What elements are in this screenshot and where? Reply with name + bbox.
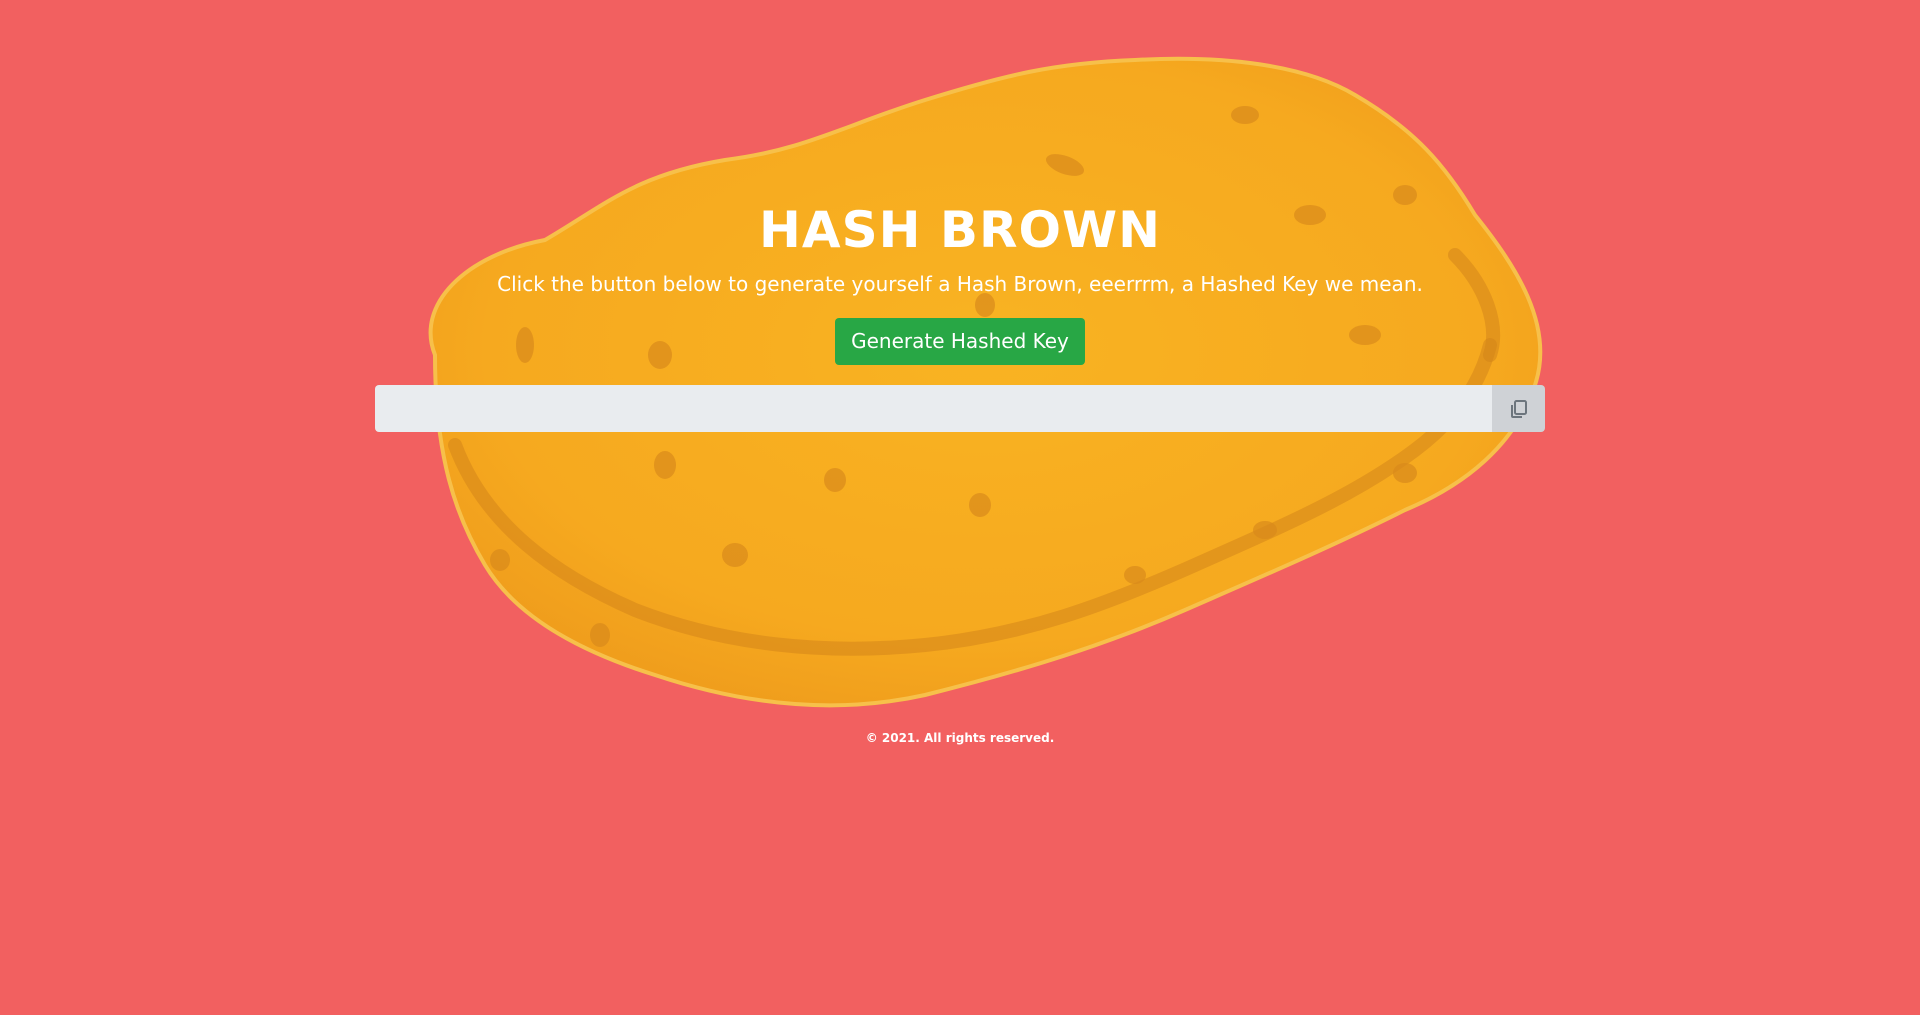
page-subtitle: Click the button below to generate yours… [497,272,1423,296]
footer-copyright: © 2021. All rights reserved. [865,731,1055,745]
page: HASH BROWN Click the button below to gen… [0,0,1920,1015]
hashed-key-field[interactable] [375,385,1492,432]
copy-icon [1510,399,1527,418]
generate-hashed-key-button[interactable]: Generate Hashed Key [835,318,1085,365]
copy-button[interactable] [1492,385,1545,432]
page-title: HASH BROWN [759,201,1161,259]
hashed-key-group [375,385,1545,432]
